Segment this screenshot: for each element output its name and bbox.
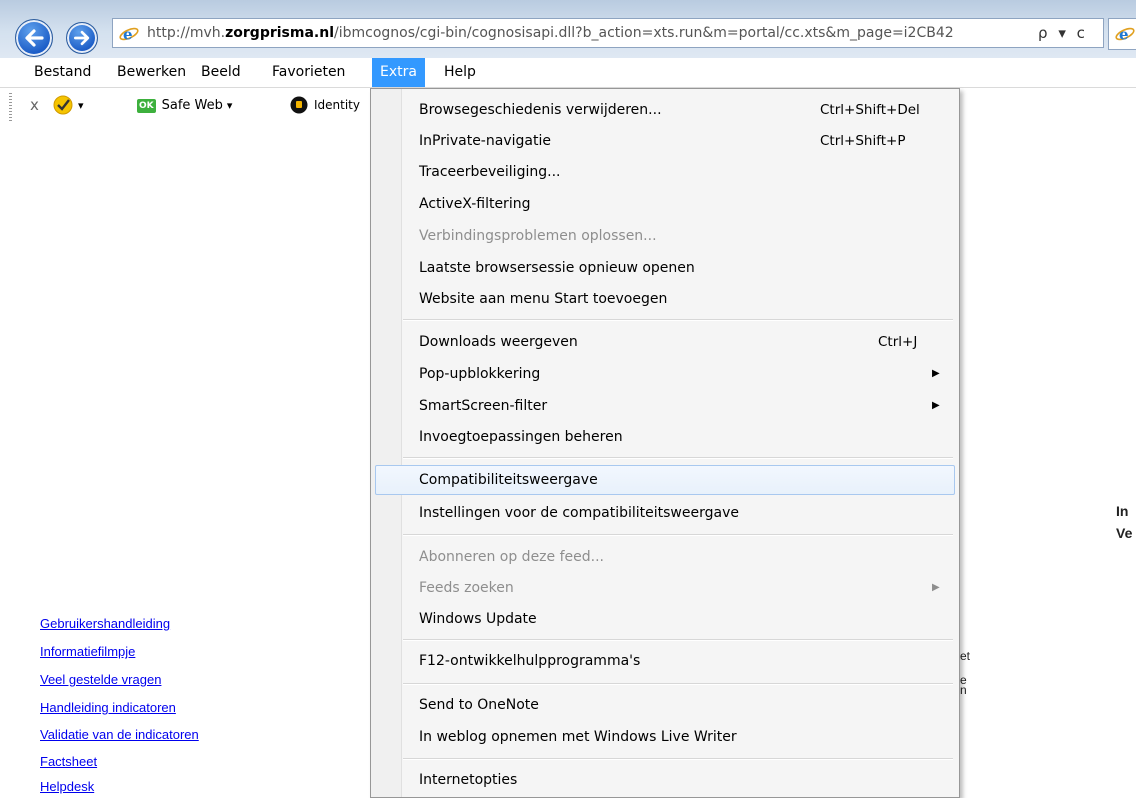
menu-item-label: Pop-upblokkering (419, 366, 541, 382)
chevron-down-icon[interactable]: ▾ (1058, 24, 1066, 42)
menu-beeld[interactable]: Beeld (193, 58, 249, 87)
menu-item-windows-update[interactable]: Windows Update (375, 604, 955, 634)
menu-item-compatibiliteitsweergave[interactable]: Compatibiliteitsweergave (375, 465, 955, 495)
menu-item-traceerbeveiliging[interactable]: Traceerbeveiliging... (375, 157, 955, 187)
menu-item-website-start[interactable]: Website aan menu Start toevoegen (375, 284, 955, 314)
menu-item-compat-instellingen[interactable]: Instellingen voor de compatibiliteitswee… (375, 498, 955, 528)
link-veel-gestelde-vragen[interactable]: Veel gestelde vragen (40, 672, 161, 687)
menu-item-send-to-onenote[interactable]: Send to OneNote (375, 690, 955, 720)
page-text-fragment: et (960, 649, 971, 663)
menu-item-f12[interactable]: F12-ontwikkelhulpprogramma's (375, 646, 955, 676)
menu-bestand[interactable]: Bestand (26, 58, 99, 87)
menu-item-label: Downloads weergeven (419, 334, 578, 350)
menu-item-label: Abonneren op deze feed... (419, 549, 604, 565)
menu-item-shortcut: Ctrl+J (878, 334, 918, 350)
menu-separator (403, 534, 953, 536)
menu-item-label: In weblog opnemen met Windows Live Write… (419, 729, 737, 745)
menu-item-shortcut: Ctrl+Shift+Del (820, 102, 920, 118)
menu-item-label: InPrivate-navigatie (419, 133, 551, 149)
menu-item-internetopties[interactable]: Internetopties (375, 765, 955, 795)
menu-item-laatste-sessie[interactable]: Laatste browsersessie opnieuw openen (375, 253, 955, 283)
menu-item-label: Laatste browsersessie opnieuw openen (419, 260, 695, 276)
submenu-arrow-icon: ▶ (932, 400, 940, 411)
submenu-arrow-icon: ▶ (932, 368, 940, 379)
ie-logo-icon: e (1115, 26, 1135, 44)
menu-item-label: Verbindingsproblemen oplossen... (419, 228, 657, 244)
menu-separator (403, 319, 953, 321)
menu-separator (403, 758, 953, 760)
menu-item-shortcut: Ctrl+Shift+P (820, 133, 906, 149)
menu-separator (403, 683, 953, 685)
menu-item-weblog-live-writer[interactable]: In weblog opnemen met Windows Live Write… (375, 722, 955, 752)
menu-favorieten[interactable]: Favorieten (264, 58, 353, 87)
link-informatiefilmpje[interactable]: Informatiefilmpje (40, 644, 135, 659)
page-text-fragment: In (1116, 503, 1129, 519)
forward-button[interactable] (66, 22, 98, 54)
menu-item-label: Internetopties (419, 772, 518, 788)
menu-item-label: Browsegeschiedenis verwijderen... (419, 102, 662, 118)
safe-web-button[interactable]: OK Safe Web ▾ (137, 98, 232, 113)
menu-item-inprivate[interactable]: InPrivate-navigatie Ctrl+Shift+P (375, 126, 955, 156)
identity-label: Identity (314, 98, 360, 112)
menu-item-invoegtoepassingen[interactable]: Invoegtoepassingen beheren (375, 422, 955, 452)
menu-item-verbindingsproblemen: Verbindingsproblemen oplossen... (375, 221, 955, 251)
menu-item-label: Invoegtoepassingen beheren (419, 429, 623, 445)
menu-bar: Bestand Bewerken Beeld Favorieten Extra … (0, 58, 1136, 88)
menu-item-label: Windows Update (419, 611, 537, 627)
identity-icon (290, 96, 308, 114)
submenu-arrow-icon: ▶ (932, 582, 940, 593)
menu-separator (403, 639, 953, 641)
toolbar-grip[interactable] (9, 93, 12, 121)
menu-item-abonneren-feed: Abonneren op deze feed... (375, 542, 955, 572)
svg-text:e: e (123, 26, 133, 44)
check-icon (53, 95, 73, 115)
address-bar-region: e http://mvh.zorgprisma.nl/ibmcognos/cgi… (0, 0, 1136, 58)
menu-item-label: Feeds zoeken (419, 580, 514, 596)
menu-item-label: F12-ontwikkelhulpprogramma's (419, 653, 641, 669)
menu-separator (403, 457, 953, 459)
back-arrow-icon (25, 29, 44, 47)
menu-item-label: ActiveX-filtering (419, 196, 531, 212)
ok-badge: OK (137, 98, 156, 113)
back-button[interactable] (15, 19, 53, 57)
menu-item-popupblokkering[interactable]: Pop-upblokkering ▶ (375, 359, 955, 389)
link-factsheet[interactable]: Factsheet (40, 754, 97, 769)
chevron-down-icon: ▾ (78, 98, 84, 112)
menu-item-feeds-zoeken: Feeds zoeken ▶ (375, 573, 955, 603)
link-validatie-indicatoren[interactable]: Validatie van de indicatoren (40, 727, 199, 742)
menu-item-smartscreen[interactable]: SmartScreen-filter ▶ (375, 391, 955, 421)
extra-dropdown-menu: Browsegeschiedenis verwijderen... Ctrl+S… (370, 88, 960, 798)
menu-item-label: Traceerbeveiliging... (419, 164, 561, 180)
menu-item-label: Instellingen voor de compatibiliteitswee… (419, 505, 739, 521)
page-text-fragment: n (960, 683, 967, 697)
norton-check-button[interactable]: ▾ (52, 94, 84, 116)
menu-item-browsegeschiedenis[interactable]: Browsegeschiedenis verwijderen... Ctrl+S… (375, 95, 955, 125)
link-gebruikershandleiding[interactable]: Gebruikershandleiding (40, 616, 170, 631)
url-tools: ρ ▾ c (1038, 24, 1091, 42)
forward-arrow-icon (74, 30, 90, 46)
menu-bewerken[interactable]: Bewerken (109, 58, 194, 87)
menu-item-label: SmartScreen-filter (419, 398, 548, 414)
svg-text:e: e (1119, 26, 1129, 44)
menu-item-activex[interactable]: ActiveX-filtering (375, 189, 955, 219)
search-icon[interactable]: ρ (1038, 24, 1048, 42)
link-helpdesk[interactable]: Helpdesk (40, 779, 94, 794)
menu-item-downloads[interactable]: Downloads weergeven Ctrl+J (375, 327, 955, 357)
chevron-down-icon: ▾ (226, 99, 233, 112)
link-handleiding-indicatoren[interactable]: Handleiding indicatoren (40, 700, 176, 715)
menu-help[interactable]: Help (436, 58, 484, 87)
url-field[interactable]: e http://mvh.zorgprisma.nl/ibmcognos/cgi… (112, 18, 1104, 48)
url-text: http://mvh.zorgprisma.nl/ibmcognos/cgi-b… (147, 25, 954, 41)
refresh-icon[interactable]: c (1077, 24, 1085, 42)
menu-item-label: Send to OneNote (419, 697, 539, 713)
page-text-fragment: Ve (1116, 525, 1133, 541)
menu-item-label: Compatibiliteitsweergave (419, 472, 598, 488)
safe-web-label: Safe Web (161, 98, 223, 113)
menu-item-label: Website aan menu Start toevoegen (419, 291, 668, 307)
ie-logo-icon: e (119, 26, 139, 44)
close-icon[interactable]: x (30, 96, 39, 114)
tab-partial[interactable]: e (1108, 18, 1136, 50)
identity-button[interactable]: Identity (290, 96, 360, 114)
menu-extra[interactable]: Extra (372, 58, 425, 87)
